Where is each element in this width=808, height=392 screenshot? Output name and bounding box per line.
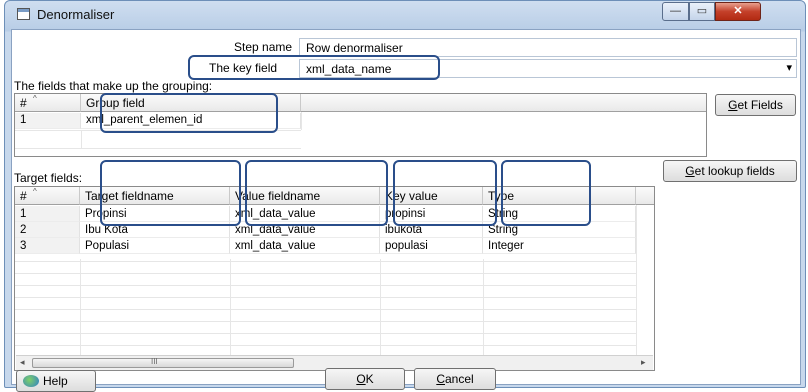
target-header-key-value[interactable]: Key value: [380, 187, 483, 205]
window-title: Denormaliser: [37, 7, 115, 22]
step-name-input[interactable]: Row denormaliser: [299, 38, 797, 57]
cancel-button[interactable]: Cancel: [414, 368, 496, 390]
target-header-type[interactable]: Type: [483, 187, 636, 205]
target-row-cell[interactable]: xml_data_value: [230, 222, 380, 238]
target-header-fieldname[interactable]: Target fieldname: [80, 187, 230, 205]
target-header-value-fieldname[interactable]: Value fieldname: [230, 187, 380, 205]
target-row-cell[interactable]: ibukota: [380, 222, 483, 238]
help-button[interactable]: Help: [16, 370, 96, 392]
key-field-select[interactable]: xml_data_name ▾: [299, 59, 797, 78]
grouping-label: The fields that make up the grouping:: [14, 79, 213, 93]
target-row-cell[interactable]: String: [483, 222, 636, 238]
get-lookup-fields-button[interactable]: Get lookup fields: [663, 160, 797, 182]
denormaliser-window: Denormaliser — ▭ ✕ Step name Row denorma…: [4, 0, 806, 392]
title-bar[interactable]: Denormaliser — ▭ ✕: [5, 1, 805, 29]
target-header-index[interactable]: # ^: [15, 187, 80, 205]
ok-button[interactable]: OK: [325, 368, 405, 390]
step-name-label: Step name: [234, 40, 293, 54]
target-row-cell[interactable]: Populasi: [80, 238, 230, 254]
grouping-table: # ^ Group field 1 xml_parent_elemen_id: [14, 93, 707, 157]
dropdown-arrow-icon[interactable]: ▾: [786, 61, 792, 74]
close-button[interactable]: ✕: [715, 2, 761, 21]
scroll-right-icon[interactable]: ▸: [641, 357, 646, 368]
grouping-row-index: 1: [15, 113, 81, 129]
sort-up-icon: ^: [33, 187, 37, 196]
target-row-cell[interactable]: Propinsi: [80, 206, 230, 222]
target-fields-label: Target fields:: [14, 171, 83, 185]
key-field-value: xml_data_name: [306, 62, 392, 76]
key-field-label: The key field: [209, 61, 278, 75]
target-row-cell[interactable]: populasi: [380, 238, 483, 254]
target-row-index: 1: [15, 206, 80, 222]
app-icon: [17, 8, 30, 20]
minimize-button[interactable]: —: [662, 2, 689, 21]
get-fields-button[interactable]: Get Fields: [715, 94, 796, 116]
scroll-left-icon[interactable]: ◂: [20, 357, 25, 368]
target-row-cell[interactable]: propinsi: [380, 206, 483, 222]
target-row-index: 2: [15, 222, 80, 238]
target-row-cell[interactable]: xml_data_value: [230, 238, 380, 254]
target-row-cell[interactable]: Ibu Kota: [80, 222, 230, 238]
target-row-index: 3: [15, 238, 80, 254]
sort-up-icon: ^: [33, 94, 37, 103]
grouping-header-index[interactable]: # ^: [15, 94, 81, 112]
maximize-button[interactable]: ▭: [689, 2, 715, 21]
help-icon: [23, 375, 39, 387]
grouping-header-group-field[interactable]: Group field: [81, 94, 301, 112]
grouping-header-empty: [301, 94, 706, 112]
target-table: # ^ Target fieldname Value fieldname Key …: [14, 186, 655, 371]
target-row-cell[interactable]: Integer: [483, 238, 636, 254]
target-row-cell[interactable]: String: [483, 206, 636, 222]
grouping-row-field[interactable]: xml_parent_elemen_id: [81, 113, 301, 129]
target-row-cell[interactable]: xml_data_value: [230, 206, 380, 222]
dialog-body: Step name Row denormaliser The key field…: [11, 29, 801, 392]
scroll-thumb[interactable]: III: [32, 357, 294, 368]
